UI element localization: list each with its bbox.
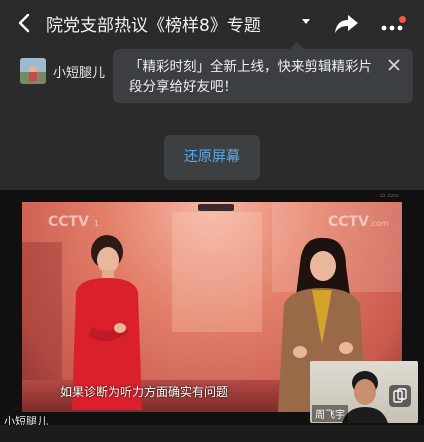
pip-user-name: 周飞宇 xyxy=(312,405,348,422)
page-title: 院党支部热议《榜样8》专题 xyxy=(46,16,261,36)
notification-dot xyxy=(399,16,406,23)
video-meta-icon: ▭ ▭▭ xyxy=(380,192,399,199)
switch-camera-icon[interactable] xyxy=(389,385,411,407)
close-icon[interactable] xyxy=(387,58,401,72)
host-name[interactable]: 小短腿儿 xyxy=(53,62,105,81)
top-bar: 院党支部热议《榜样8》专题 xyxy=(0,0,424,46)
share-arrow-icon[interactable] xyxy=(334,13,360,35)
video-subtitle: 如果诊断为听力方面确实有问题 xyxy=(60,385,229,399)
chevron-down-icon[interactable] xyxy=(302,19,310,24)
back-chevron-icon[interactable] xyxy=(14,12,36,34)
tooltip-text: 「精彩时刻」全新上线，快来剪辑精彩片段分享给好友吧！ xyxy=(129,59,372,95)
bottom-bar xyxy=(0,425,424,442)
restore-screen-button[interactable]: 还原屏幕 xyxy=(164,135,260,180)
highlight-tooltip: 「精彩时刻」全新上线，快来剪辑精彩片段分享给好友吧！ xyxy=(113,42,413,103)
pip-camera[interactable]: 周飞宇 xyxy=(310,361,418,423)
avatar[interactable] xyxy=(20,58,46,84)
